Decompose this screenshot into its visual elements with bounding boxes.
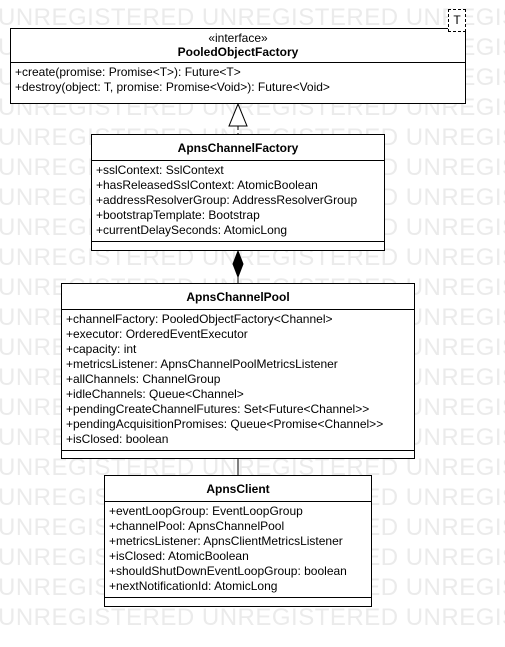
attribute: +shouldShutDownEventLoopGroup: boolean [109,564,347,578]
operations-compartment [105,598,371,605]
realization-arrowhead [228,102,248,127]
attribute: +idleChannels: Queue<Channel> [66,387,244,401]
attribute: +bootstrapTemplate: Bootstrap [96,208,260,222]
attribute: +allChannels: ChannelGroup [66,372,221,386]
class-name: ApnsClient [206,482,270,496]
class-header: «interface» PooledObjectFactory [11,29,465,63]
class-apns-channel-pool[interactable]: ApnsChannelPool +channelFactory: PooledO… [61,283,415,459]
operations-compartment [62,451,414,458]
class-header: ApnsChannelFactory [92,135,384,161]
composition-diamond [232,249,244,279]
operation: +destroy(object: T, promise: Promise<Voi… [15,80,330,94]
type-parameter-box: T [448,9,466,32]
attributes-compartment: +eventLoopGroup: EventLoopGroup +channel… [105,502,371,598]
attribute: +channelPool: ApnsChannelPool [109,519,285,533]
attribute: +metricsListener: ApnsChannelPoolMetrics… [66,357,338,371]
attribute: +addressResolverGroup: AddressResolverGr… [96,193,358,207]
attribute: +channelFactory: PooledObjectFactory<Cha… [66,312,333,326]
attribute: +currentDelaySeconds: AtomicLong [96,223,288,237]
operation: +create(promise: Promise<T>): Future<T> [15,65,241,79]
attribute: +executor: OrderedEventExecutor [66,327,248,341]
operations-compartment: +create(promise: Promise<T>): Future<T> … [11,63,465,98]
class-header: ApnsChannelPool [62,284,414,310]
class-name: ApnsChannelFactory [177,141,299,155]
class-name: ApnsChannelPool [186,290,290,304]
attribute: +capacity: int [66,342,137,356]
attribute: +pendingCreateChannelFutures: Set<Future… [66,402,370,416]
attribute: +sslContext: SslContext [96,163,224,177]
attribute: +isClosed: boolean [66,432,169,446]
class-apns-client[interactable]: ApnsClient +eventLoopGroup: EventLoopGro… [104,475,372,607]
attribute: +isClosed: AtomicBoolean [109,549,249,563]
attributes-compartment: +channelFactory: PooledObjectFactory<Cha… [62,310,414,451]
class-apns-channel-factory[interactable]: ApnsChannelFactory +sslContext: SslConte… [91,134,385,251]
class-name: PooledObjectFactory [177,45,299,59]
attribute: +metricsListener: ApnsClientMetricsListe… [109,534,343,548]
attribute: +nextNotificationId: AtomicLong [109,579,278,593]
operations-compartment [92,242,384,249]
attribute: +pendingAcquisitionPromises: Queue<Promi… [66,417,384,431]
attributes-compartment: +sslContext: SslContext +hasReleasedSslC… [92,161,384,242]
attribute: +eventLoopGroup: EventLoopGroup [109,504,303,518]
class-pooled-object-factory[interactable]: «interface» PooledObjectFactory +create(… [10,28,466,104]
class-header: ApnsClient [105,476,371,502]
attribute: +hasReleasedSslContext: AtomicBoolean [96,178,318,192]
class-stereotype: «interface» [208,31,268,45]
